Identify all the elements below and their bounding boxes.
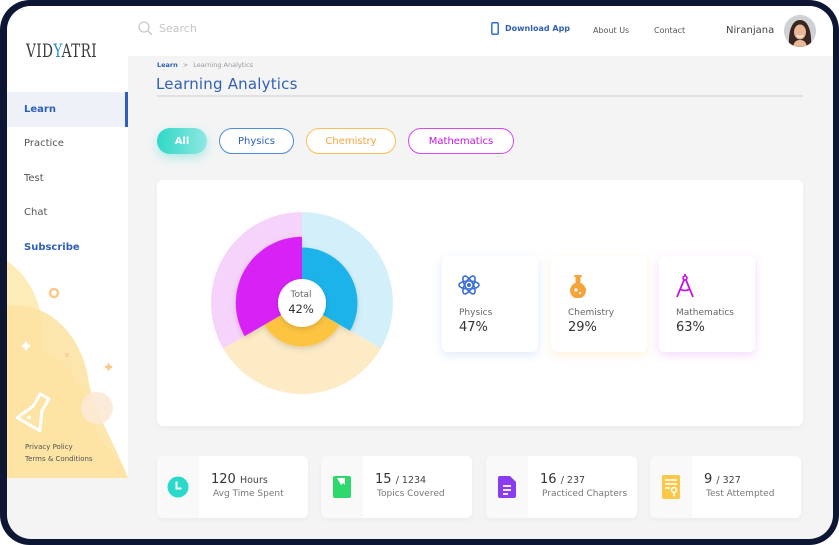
breadcrumb-learn[interactable]: Learn: [157, 61, 178, 69]
privacy-policy-link[interactable]: Privacy Policy: [25, 441, 93, 453]
filter-all[interactable]: All: [157, 128, 207, 154]
contact-link[interactable]: Contact: [654, 26, 685, 35]
search-icon: [138, 21, 153, 36]
page-title: Learning Analytics: [156, 75, 298, 93]
terms-link[interactable]: Terms & Conditions: [25, 453, 93, 465]
sidebar-nav: Learn Practice Test Chat Subscribe: [7, 92, 128, 265]
stat-card-time-spent: 120 Hours Avg Time Spent: [157, 456, 308, 518]
certificate-icon: [662, 475, 680, 499]
search-bar: [138, 21, 309, 36]
filter-mathematics[interactable]: Mathematics: [408, 128, 514, 154]
flask-icon: [570, 275, 586, 298]
analytics-chart-card: Total 42% Physics 47% Chemistry 29% Math…: [157, 180, 803, 426]
device-frame: VIDYATRI Learn Practice Test Chat Subscr…: [0, 0, 839, 545]
avatar-photo-icon: [784, 15, 816, 47]
chart-center-value: 42%: [288, 302, 314, 316]
stat-value: 9 / 327: [704, 472, 741, 487]
stat-label: Avg Time Spent: [213, 489, 284, 499]
subject-name: Mathematics: [676, 308, 734, 318]
sidebar-item-practice[interactable]: Practice: [7, 127, 128, 162]
subject-card-mathematics[interactable]: Mathematics 63%: [659, 256, 755, 352]
breadcrumb-current: Learning Analytics: [193, 61, 254, 69]
footer-links: Privacy Policy Terms & Conditions: [25, 441, 93, 465]
user-name: Niranjana: [726, 25, 775, 36]
app-screen: VIDYATRI Learn Practice Test Chat Subscr…: [7, 6, 833, 539]
sidebar-item-test[interactable]: Test: [7, 161, 128, 196]
book-icon: [333, 476, 351, 498]
subject-name: Physics: [459, 308, 493, 318]
subject-percent: 63%: [676, 320, 705, 335]
subject-card-physics[interactable]: Physics 47%: [442, 256, 538, 352]
search-input[interactable]: [159, 22, 309, 35]
clock-icon: [167, 476, 189, 498]
stat-card-topics-covered: 15 / 1234 Topics Covered: [321, 456, 472, 518]
stat-label: Practiced Chapters: [542, 489, 628, 499]
download-app-label: Download App: [505, 24, 571, 33]
logo-text: VIDYATRI: [26, 40, 98, 62]
top-header: Download App About Us Contact Niranjana: [128, 6, 833, 56]
breadcrumb-separator: >: [182, 61, 189, 69]
subject-filter: All Physics Chemistry Mathematics: [157, 128, 514, 154]
avatar[interactable]: [784, 15, 816, 47]
compass-icon: [676, 274, 694, 298]
chart-center-label: Total 42%: [276, 290, 326, 316]
chart-center-title: Total: [290, 290, 312, 300]
title-divider: [157, 95, 803, 97]
sidebar-item-subscribe[interactable]: Subscribe: [7, 230, 128, 265]
logo[interactable]: VIDYATRI: [26, 34, 125, 68]
stat-card-practiced-chapters: 16 / 237 Practiced Chapters: [486, 456, 637, 518]
stat-value: 120 Hours: [211, 472, 268, 487]
document-icon: [498, 476, 516, 498]
stat-label: Test Attempted: [706, 489, 775, 499]
subject-card-chemistry[interactable]: Chemistry 29%: [551, 256, 647, 352]
sidebar: VIDYATRI Learn Practice Test Chat Subscr…: [7, 6, 128, 478]
filter-physics[interactable]: Physics: [219, 128, 294, 154]
stat-card-tests-attempted: 9 / 327 Test Attempted: [650, 456, 801, 518]
subject-percent: 29%: [568, 320, 597, 335]
download-app-link[interactable]: Download App: [491, 22, 570, 35]
stat-value: 16 / 237: [540, 472, 586, 487]
stat-label: Topics Covered: [377, 489, 445, 499]
stat-value: 15 / 1234: [375, 472, 427, 487]
subject-name: Chemistry: [568, 308, 615, 318]
sidebar-item-learn[interactable]: Learn: [7, 92, 128, 127]
subject-percent: 47%: [459, 320, 488, 335]
breadcrumb: Learn > Learning Analytics: [157, 61, 253, 69]
about-us-link[interactable]: About Us: [593, 26, 629, 35]
sidebar-item-chat[interactable]: Chat: [7, 196, 128, 231]
atom-icon: [458, 275, 480, 295]
phone-icon: [491, 22, 499, 35]
filter-chemistry[interactable]: Chemistry: [306, 128, 396, 154]
